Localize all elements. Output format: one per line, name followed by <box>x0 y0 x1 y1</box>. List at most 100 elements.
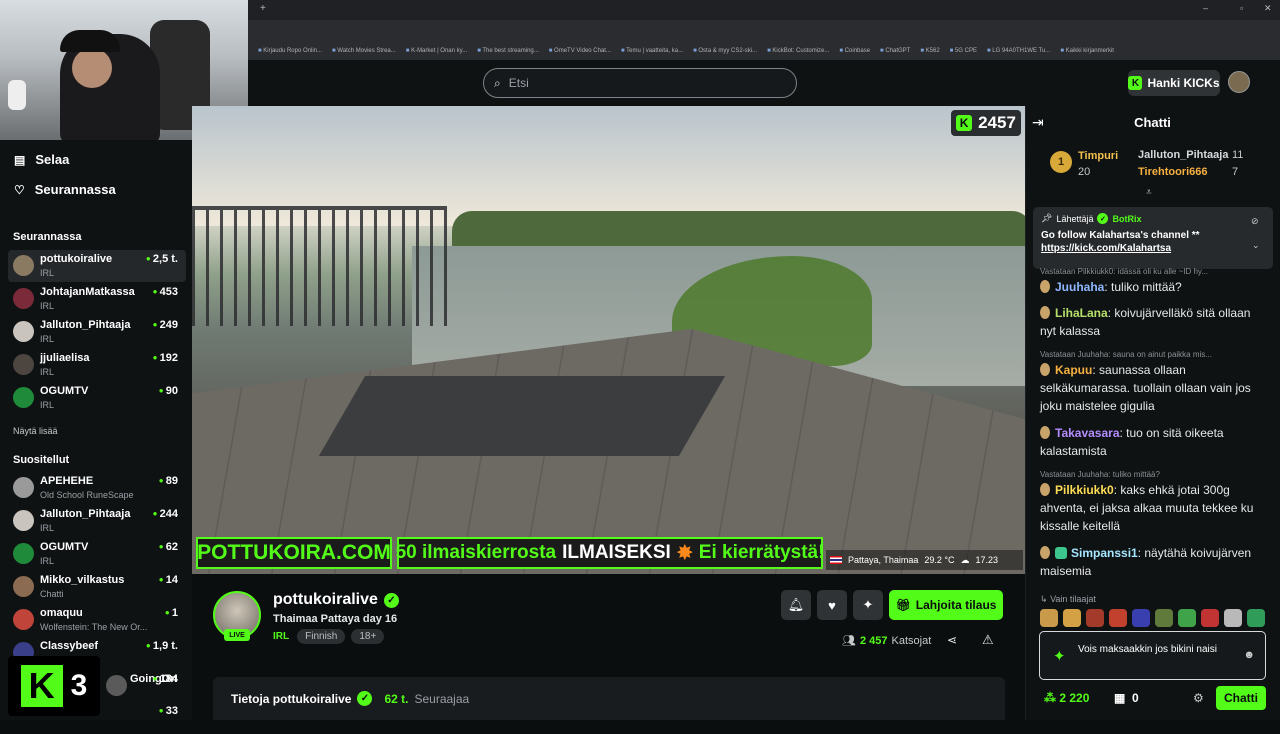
bookmark-item[interactable]: Kirjaudu Ropo Onlin... <box>258 48 322 54</box>
bookmark-item[interactable]: Osta & myy CS2-ski... <box>693 48 757 54</box>
new-tab-icon[interactable]: + <box>260 3 266 14</box>
channel-points[interactable]: ⁂ 2 220 <box>1044 691 1089 705</box>
kick-k-icon: K <box>956 115 973 131</box>
chat-username[interactable]: Pilkkiukk0 <box>1055 483 1114 497</box>
subscriber-badge-icon <box>1040 280 1050 293</box>
leaderboard-name[interactable]: Timpuri <box>1078 150 1118 162</box>
get-kicks-button[interactable]: K Hanki KICKs <box>1128 70 1220 96</box>
report-icon[interactable]: ⚠ <box>982 632 994 648</box>
bookmark-item[interactable]: Temu | vaatteita, ka... <box>621 48 683 54</box>
channel-viewers: 244 <box>153 508 178 520</box>
chat-input[interactable]: ✦ Vois maksaakkin jos bikini naisi ☻ <box>1039 631 1266 680</box>
search-input[interactable]: ⌕ Etsi <box>483 68 797 98</box>
emote-icon[interactable] <box>1201 609 1219 627</box>
bookmark-item[interactable]: Watch Movies Strea... <box>332 48 395 54</box>
chevron-down-icon[interactable]: ⌄ <box>1252 240 1260 251</box>
recommended-channel-item[interactable]: Mikko_vilkastus Chatti 14 <box>8 571 186 603</box>
share-icon[interactable]: ⋖ <box>947 633 957 647</box>
following-channel-item[interactable]: Jalluton_Pihtaaja IRL 249 <box>8 316 186 348</box>
emote-icon[interactable] <box>1040 609 1058 627</box>
unpin-icon[interactable]: ⊘ <box>1251 216 1259 227</box>
browser-address-bar[interactable] <box>248 20 1280 42</box>
video-player[interactable] <box>192 106 1025 574</box>
bookmark-item[interactable]: The best streaming... <box>477 48 538 54</box>
recommended-channel-item[interactable]: OGUMTV IRL 62 <box>8 538 186 570</box>
pinned-sender-label: Lähettäjä <box>1056 213 1094 224</box>
streamer-name[interactable]: pottukoiralive ✓ <box>273 591 399 609</box>
gift-subscription-button[interactable]: 🎁︎ Lahjoita tilaus <box>889 590 1003 620</box>
left-sidebar: ▤ Selaa ♡ Seurannassa Seurannassa pottuk… <box>0 140 192 720</box>
recommended-channel-item[interactable]: APEHEHE Old School RuneScape 89 <box>8 472 186 504</box>
channel-viewers: 2,5 t. <box>146 253 178 265</box>
sub-only-text: Vain tilaajat <box>1050 594 1096 604</box>
location-text: Pattaya, Thaimaa <box>848 555 919 565</box>
cloud-icon: ☁ <box>960 554 970 565</box>
show-more-link[interactable]: Näytä lisää <box>13 426 58 436</box>
tag-pill[interactable]: 18+ <box>351 629 385 644</box>
bookmark-item[interactable]: Coinbase <box>839 48 870 54</box>
sponsor-banner-site: POTTUKOIRA.COM <box>196 537 392 569</box>
leaderboard-name[interactable]: Tirehtoori666 <box>1138 166 1208 178</box>
channel-category: IRL <box>40 334 55 344</box>
bookmark-item[interactable]: K562 <box>920 48 940 54</box>
channel-category: Wolfenstein: The New Or... <box>40 622 148 632</box>
subscriber-badge-icon <box>1040 546 1050 559</box>
clip-button[interactable]: ✦ <box>853 590 883 620</box>
points-value: 2 220 <box>1059 691 1090 705</box>
chat-send-button[interactable]: Chatti <box>1216 686 1266 710</box>
verified-icon: ✓ <box>383 592 399 608</box>
close-window-icon[interactable]: ✕ <box>1264 3 1272 14</box>
emote-icon[interactable] <box>1086 609 1104 627</box>
maximize-icon[interactable]: ▫ <box>1240 3 1243 13</box>
chat-username[interactable]: Takavasara <box>1055 426 1120 440</box>
emoji-picker-icon[interactable]: ☻ <box>1243 649 1255 661</box>
follow-heart-button[interactable]: ♥ <box>817 590 847 620</box>
leaderboard-name[interactable]: Jalluton_Pihtaaja <box>1138 149 1228 161</box>
emote-icon[interactable] <box>1063 609 1081 627</box>
chat-username[interactable]: Kapuu <box>1055 363 1092 377</box>
stream-category-link[interactable]: IRL <box>273 631 289 642</box>
chat-message: Kapuu: saunassa ollaan selkäkumarassa. t… <box>1040 363 1251 413</box>
bookmark-item[interactable]: ChatGPT <box>880 48 910 54</box>
kicks-balance[interactable]: ▦ 0 <box>1114 691 1139 705</box>
emote-icon[interactable] <box>1109 609 1127 627</box>
user-avatar[interactable] <box>1228 71 1250 93</box>
notification-bell-button[interactable]: 🔔︎ <box>781 590 811 620</box>
bookmark-item[interactable]: Kaikki kirjanmerkit <box>1060 48 1114 54</box>
bookmark-item[interactable]: OmeTV Video Chat... <box>549 48 611 54</box>
bookmark-item[interactable]: 5G CPE <box>950 48 977 54</box>
channel-name: Mikko_vilkastus <box>40 574 125 586</box>
nav-browse[interactable]: ▤ Selaa <box>14 152 69 167</box>
recommended-channel-item[interactable]: omaquu Wolfenstein: The New Or... 1 <box>8 604 186 636</box>
bookmark-item[interactable]: K-Market | Onan ky... <box>406 48 467 54</box>
channel-name: jjuliaelisa <box>40 352 90 364</box>
gear-icon[interactable]: ⚙ <box>1193 691 1204 705</box>
chat-username[interactable]: Juuhaha <box>1055 280 1104 294</box>
following-channel-item[interactable]: pottukoiralive IRL 2,5 t. <box>8 250 186 282</box>
bookmark-item[interactable]: KickBot: Customize... <box>767 48 829 54</box>
expand-leaderboard-icon[interactable]: ⩡ <box>1146 187 1152 198</box>
bookmark-item[interactable]: LG 94A0TH1WE Tu... <box>987 48 1050 54</box>
channel-avatar <box>13 354 34 375</box>
channel-viewers: 184 <box>153 673 178 685</box>
tag-pill[interactable]: Finnish <box>297 629 346 644</box>
emote-icon[interactable] <box>1224 609 1242 627</box>
chat-message: Simpanssi1: näytähä koivujärven maisemia <box>1040 546 1252 578</box>
emote-icon[interactable] <box>1132 609 1150 627</box>
overlay-number: 3 <box>70 669 88 702</box>
emote-icon[interactable] <box>1178 609 1196 627</box>
emote-icon[interactable] <box>1247 609 1265 627</box>
nav-following[interactable]: ♡ Seurannassa <box>14 182 116 197</box>
emote-icon[interactable] <box>1155 609 1173 627</box>
minimize-icon[interactable]: – <box>1203 3 1208 13</box>
following-channel-item[interactable]: JohtajanMatkassa IRL 453 <box>8 283 186 315</box>
points-icon: ⁂ <box>1044 691 1056 705</box>
recommended-channel-item[interactable]: Jalluton_Pihtaaja IRL 244 <box>8 505 186 537</box>
browse-icon: ▤ <box>14 152 26 167</box>
pinned-link[interactable]: https://kick.com/Kalahartsa <box>1041 243 1265 254</box>
chat-username[interactable]: Simpanssi1 <box>1071 546 1138 560</box>
following-channel-item[interactable]: OGUMTV IRL 90 <box>8 382 186 414</box>
following-channel-item[interactable]: jjuliaelisa IRL 192 <box>8 349 186 381</box>
chat-username[interactable]: LihaLana <box>1055 306 1108 320</box>
viewer-count-badge: K 2457 <box>951 110 1021 136</box>
